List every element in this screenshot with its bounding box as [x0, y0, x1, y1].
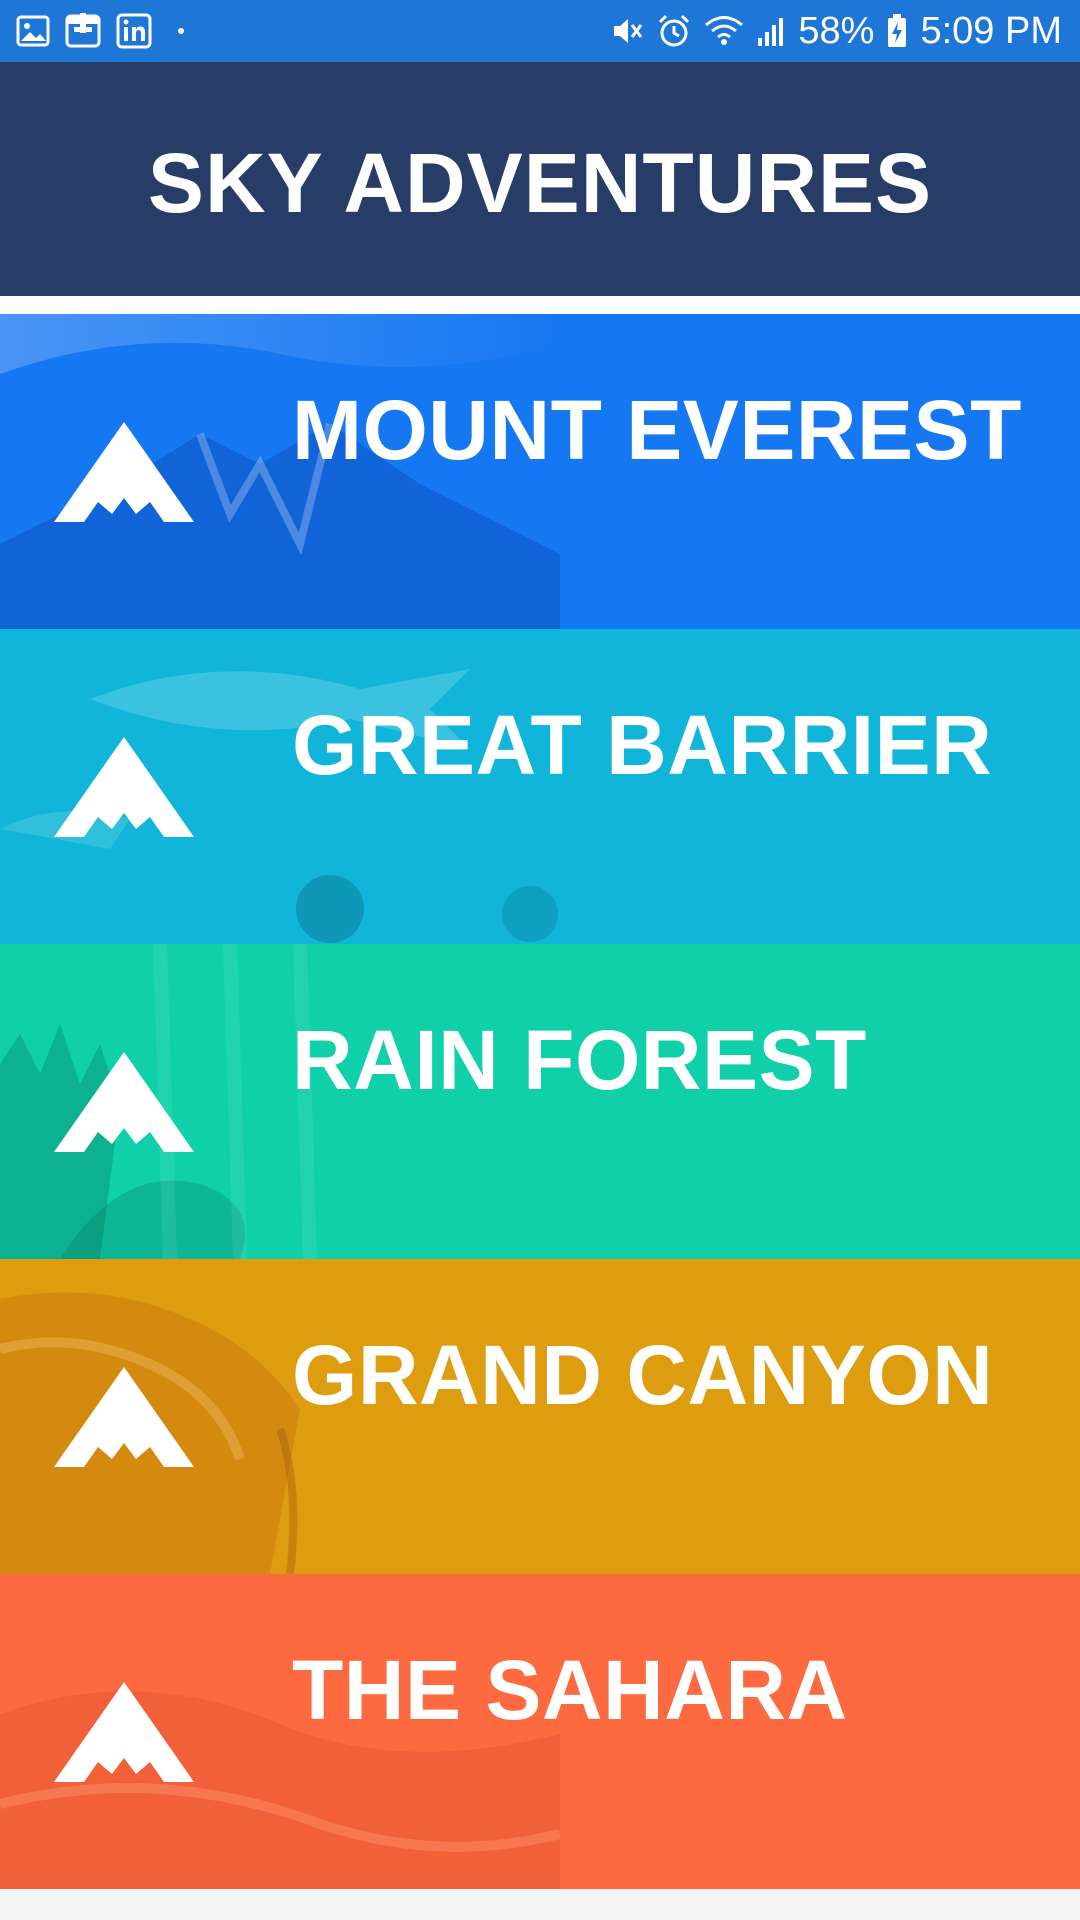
mountain-icon [54, 422, 194, 522]
destination-list: MOUNT EVEREST GREAT BARRIER RAIN FOREST [0, 314, 1080, 1889]
app-title: SKY ADVENTURES [147, 135, 933, 230]
mountain-icon [54, 1367, 194, 1467]
bottom-strip [0, 1889, 1080, 1920]
calendar-app-icon [64, 12, 102, 50]
notification-dot [178, 28, 184, 34]
battery-charging-icon [886, 13, 908, 49]
status-left-icons [16, 12, 184, 50]
destination-name: MOUNT EVEREST [292, 383, 1022, 477]
signal-icon [756, 14, 786, 48]
destination-name: RAIN FOREST [292, 1013, 867, 1107]
destination-card-great-barrier[interactable]: GREAT BARRIER [0, 629, 1080, 944]
alarm-icon [656, 13, 692, 49]
status-right-icons: 58% 5:09 PM [610, 0, 1062, 62]
destination-card-the-sahara[interactable]: THE SAHARA [0, 1574, 1080, 1889]
mute-icon [610, 14, 644, 48]
destination-name: GREAT BARRIER [292, 698, 993, 792]
linkedin-icon [116, 13, 152, 49]
destination-card-rain-forest[interactable]: RAIN FOREST [0, 944, 1080, 1259]
destination-card-grand-canyon[interactable]: GRAND CANYON [0, 1259, 1080, 1574]
mountain-icon [54, 737, 194, 837]
mountain-icon [54, 1682, 194, 1782]
mountain-icon [54, 1052, 194, 1152]
header-divider [0, 296, 1080, 314]
gallery-icon [16, 14, 50, 48]
wifi-icon [704, 14, 744, 48]
battery-percent: 58% [798, 9, 875, 52]
clock-time: 5:09 PM [920, 9, 1062, 52]
status-bar: 58% 5:09 PM [0, 0, 1080, 62]
destination-name: GRAND CANYON [292, 1328, 994, 1422]
destination-card-mount-everest[interactable]: MOUNT EVEREST [0, 314, 1080, 629]
destination-name: THE SAHARA [292, 1643, 848, 1737]
app-header: SKY ADVENTURES [0, 62, 1080, 296]
